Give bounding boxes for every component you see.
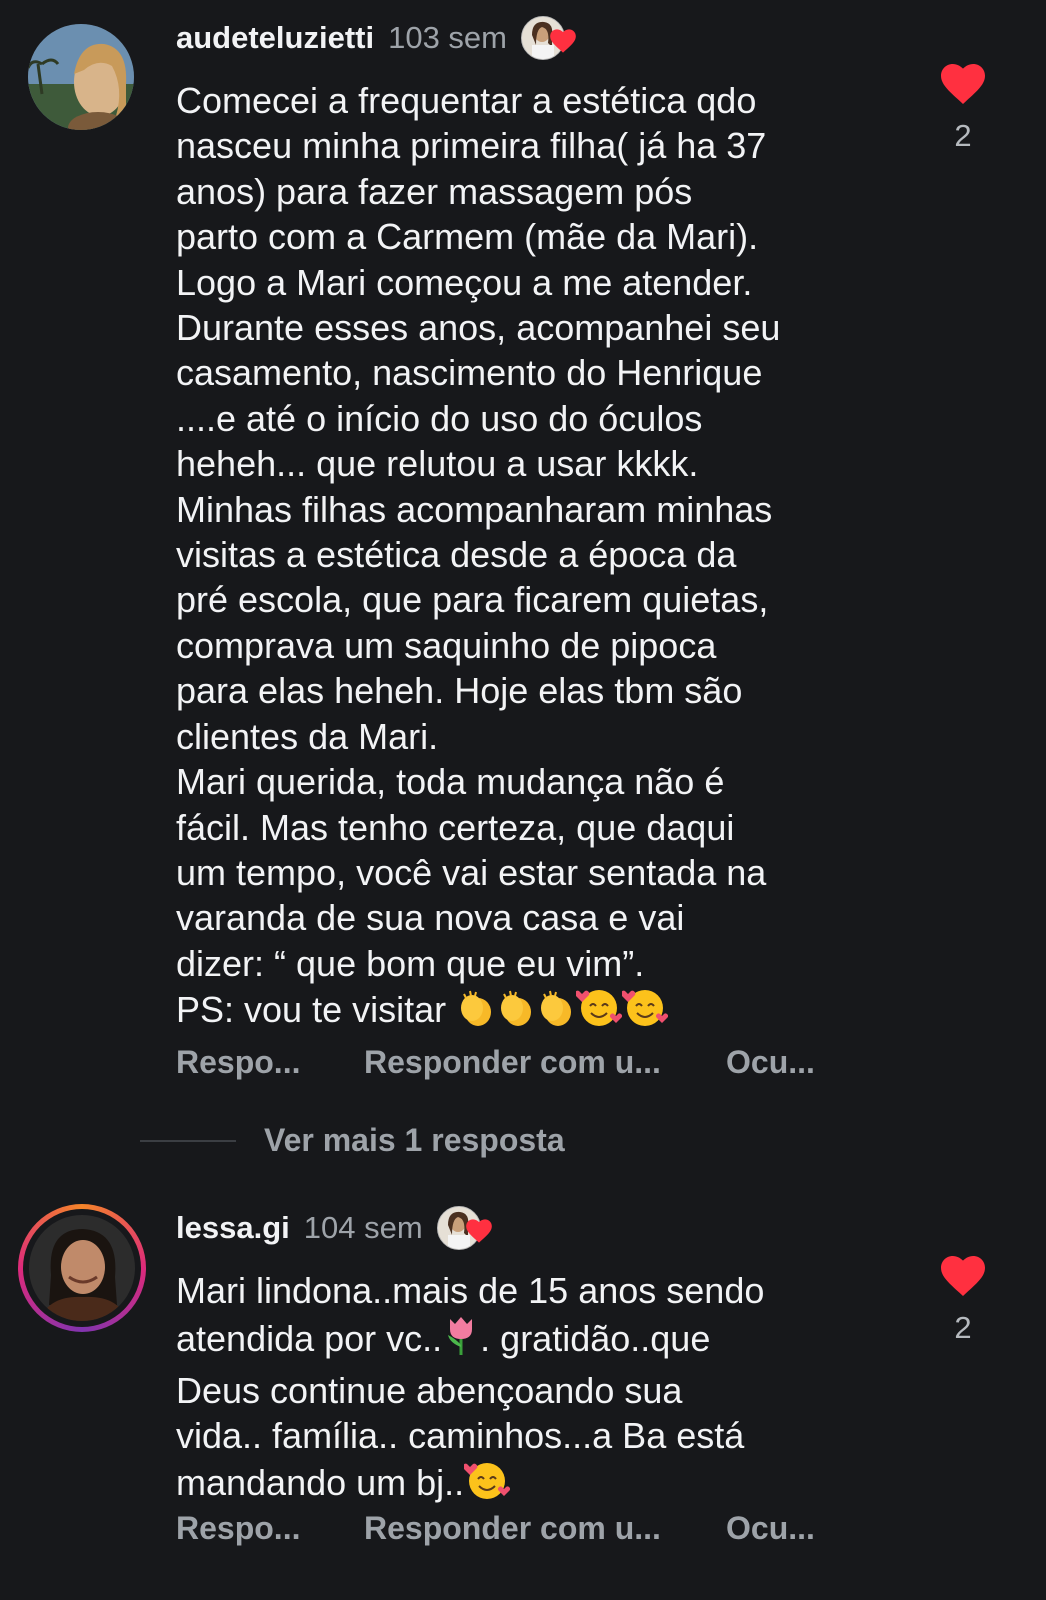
heart-icon xyxy=(550,29,576,53)
comment-actions: Respo... Responder com u... Ocu... xyxy=(176,1044,815,1081)
avatar xyxy=(29,1215,135,1321)
reply-with-button[interactable]: Responder com u... xyxy=(364,1044,726,1081)
like-column: 2 xyxy=(920,1254,1006,1346)
comment-header: audeteluzietti 103 sem xyxy=(176,16,577,60)
like-column: 2 xyxy=(920,62,1006,154)
like-count: 2 xyxy=(954,1310,972,1345)
smiling-face-with-hearts-emoji xyxy=(620,986,669,1038)
username[interactable]: audeteluzietti xyxy=(176,20,374,56)
comment-actions: Respo... Responder com u... Ocu... xyxy=(176,1510,815,1547)
clapping-hands-emoji xyxy=(536,988,576,1038)
heart-icon[interactable] xyxy=(939,62,987,106)
avatar-with-story-ring[interactable] xyxy=(18,1204,146,1332)
creator-liked-badge xyxy=(436,1206,493,1250)
replies-divider xyxy=(140,1139,236,1142)
smiling-face-with-hearts-emoji xyxy=(574,986,623,1038)
reply-with-button[interactable]: Responder com u... xyxy=(364,1510,726,1547)
comment-last-line: PS: vou te visitar xyxy=(176,989,447,1031)
timestamp: 103 sem xyxy=(388,20,507,55)
smiling-face-with-hearts-emoji xyxy=(462,1459,511,1511)
view-more-replies-label[interactable]: Ver mais 1 resposta xyxy=(264,1122,565,1159)
clapping-hands-emoji xyxy=(496,988,536,1038)
heart-icon xyxy=(465,1219,492,1243)
comment-text: Mari lindona..mais de 15 anos sendo aten… xyxy=(176,1268,896,1511)
comment-text: Comecei a frequentar a estética qdo nasc… xyxy=(176,78,896,1039)
hide-button[interactable]: Ocu... xyxy=(726,1044,815,1081)
username[interactable]: lessa.gi xyxy=(176,1210,290,1246)
tulip-emoji xyxy=(442,1313,480,1367)
like-count: 2 xyxy=(954,118,972,153)
hide-button[interactable]: Ocu... xyxy=(726,1510,815,1547)
avatar[interactable] xyxy=(28,24,134,130)
view-more-replies[interactable]: Ver mais 1 resposta xyxy=(140,1122,565,1159)
comment-header: lessa.gi 104 sem xyxy=(176,1206,493,1250)
clapping-hands-emoji xyxy=(456,988,496,1038)
reply-button[interactable]: Respo... xyxy=(176,1510,364,1547)
creator-liked-badge xyxy=(521,16,577,60)
heart-icon[interactable] xyxy=(939,1254,987,1298)
reply-button[interactable]: Respo... xyxy=(176,1044,364,1081)
timestamp: 104 sem xyxy=(303,1210,423,1245)
